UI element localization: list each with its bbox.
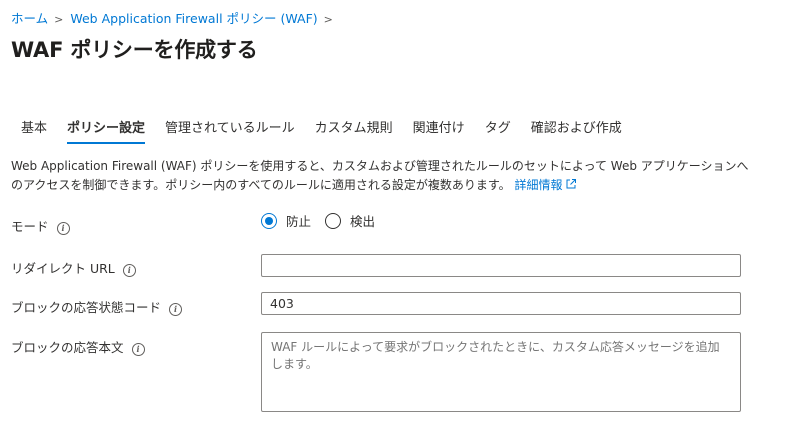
info-icon[interactable]: i [131,343,145,356]
tab-tags[interactable]: タグ [475,118,521,144]
tab-policy-settings[interactable]: ポリシー設定 [57,118,155,144]
mode-option-detection[interactable]: 検出 [325,211,375,230]
block-status-code-input[interactable] [261,292,741,315]
info-icon[interactable]: i [56,222,70,235]
block-body-label: ブロックの応答本文 [11,340,124,355]
tab-basics[interactable]: 基本 [11,118,57,144]
learn-more-label: 詳細情報 [514,178,563,192]
learn-more-link[interactable]: 詳細情報 [515,178,577,192]
mode-label-row: モード i [11,216,70,235]
policy-description: Web Application Firewall (WAF) ポリシーを使用する… [11,157,751,195]
block-status-code-label-row: ブロックの応答状態コード i [11,297,183,316]
tab-association[interactable]: 関連付け [403,118,475,144]
breadcrumb-waf-policy-link[interactable]: Web Application Firewall ポリシー (WAF) [70,11,317,26]
breadcrumb-home-link[interactable]: ホーム [11,11,48,26]
mode-option-label: 防止 [286,214,312,229]
info-icon[interactable]: i [122,264,136,277]
description-text: Web Application Firewall (WAF) ポリシーを使用する… [11,159,749,192]
tab-bar: 基本 ポリシー設定 管理されているルール カスタム規則 関連付け タグ 確認およ… [11,118,632,144]
redirect-url-input[interactable] [261,254,741,277]
block-status-code-label: ブロックの応答状態コード [11,300,162,315]
tab-review-create[interactable]: 確認および作成 [521,118,632,144]
external-link-icon [566,179,576,189]
chevron-right-icon: > [323,13,333,26]
block-body-textarea[interactable] [261,332,741,412]
mode-label: モード [11,219,49,234]
tab-managed-rules[interactable]: 管理されているルール [155,118,305,144]
chevron-right-icon: > [54,13,64,26]
radio-unchecked-icon [325,212,342,229]
breadcrumb: ホーム > Web Application Firewall ポリシー (WAF) > [11,8,340,27]
radio-checked-icon [261,212,277,229]
block-body-label-row: ブロックの応答本文 i [11,337,145,356]
redirect-url-label-row: リダイレクト URL i [11,258,136,277]
info-icon[interactable]: i [169,303,183,316]
page-title: WAF ポリシーを作成する [11,38,258,62]
redirect-url-label: リダイレクト URL [11,261,115,276]
mode-option-prevention[interactable]: 防止 [261,211,311,230]
mode-option-label: 検出 [350,214,376,229]
mode-radio-group: 防止 検出 [261,211,389,230]
tab-custom-rules[interactable]: カスタム規則 [305,118,403,144]
